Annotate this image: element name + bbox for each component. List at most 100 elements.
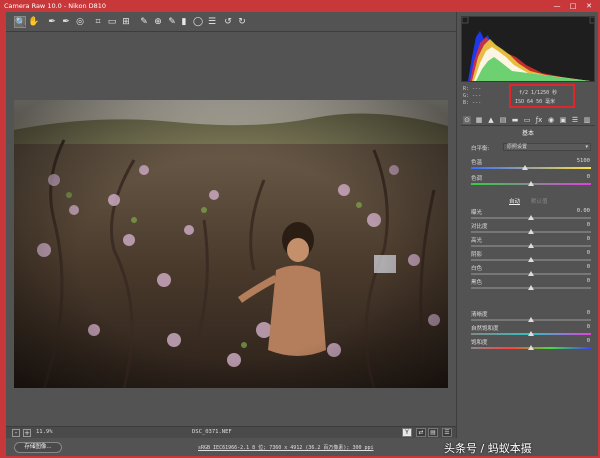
blacks-label: 黑色 [471,280,483,286]
exposure-value[interactable]: 0.00 [577,208,590,214]
window-title: Camera Raw 10.0 - Nikon D810 [4,2,107,10]
tint-value[interactable]: 0 [587,174,590,180]
shadows-slider-thumb[interactable] [528,257,534,262]
temperature-slider[interactable] [471,165,591,170]
saturation-value[interactable]: 0 [587,338,590,344]
maximize-button[interactable]: □ [566,1,580,11]
clarity-slider[interactable] [471,317,591,322]
white-balance-label: 白平衡: [471,146,490,152]
vibrance-slider-thumb[interactable] [528,331,534,336]
camera-tab-icon[interactable]: ▣ [559,116,567,124]
tint-label: 色调 [471,176,483,182]
temperature-value[interactable]: 5100 [577,158,590,164]
whites-slider[interactable] [471,271,591,276]
color-sampler-tool-icon[interactable]: ✒ [60,16,72,28]
blacks-value[interactable]: 0 [587,278,590,284]
rotate-left-icon[interactable]: ↺ [222,16,234,28]
tone-curve-tab-icon[interactable]: ▦ [475,116,483,124]
temperature-slider-thumb[interactable] [522,165,528,170]
contrast-value[interactable]: 0 [587,222,590,228]
saturation-label: 饱和度 [471,340,488,346]
shadows-value[interactable]: 0 [587,250,590,256]
contrast-slider-thumb[interactable] [528,229,534,234]
highlights-slider[interactable] [471,243,591,248]
basic-tab-icon[interactable]: ⊙ [463,116,471,124]
exif-info: R: --- G: --- B: --- f/2 1/1250 秒 ISO 64… [461,84,595,110]
highlights-slider-thumb[interactable] [528,243,534,248]
tint-slider[interactable] [471,181,591,186]
split-toning-tab-icon[interactable]: ▬ [511,116,519,124]
graduated-filter-icon[interactable]: ▮ [178,16,190,28]
filename-label: DSC_0371.NEF [192,429,232,435]
iso-focal: ISO 64 50 毫米 [515,99,556,105]
crop-tool-icon[interactable]: ⌗ [92,16,104,28]
histogram-graph [462,17,594,81]
presets-tab-icon[interactable]: ☰ [571,116,579,124]
workflow-options-link[interactable]: sRGB IEC61966-2.1 8 位; 7360 x 4912 (36.2… [198,444,374,451]
panel-section-title: 基本 [521,130,534,137]
preferences-icon[interactable]: ☰ [206,16,218,28]
right-panel: R: --- G: --- B: --- f/2 1/1250 秒 ISO 64… [456,12,598,438]
effects-tab-icon[interactable]: ƒx [535,116,543,124]
hand-tool-icon[interactable]: ✋ [28,16,40,28]
exposure-label: 曝光 [471,210,483,216]
exposure-slider[interactable] [471,215,591,220]
chevron-down-icon: ▾ [585,144,588,150]
hsl-tab-icon[interactable]: ▤ [499,116,507,124]
tint-slider-thumb[interactable] [528,181,534,186]
vibrance-slider[interactable] [471,331,591,336]
view-swap-icon[interactable]: ⇄ [416,428,426,437]
saturation-slider[interactable] [471,345,591,350]
clarity-slider-thumb[interactable] [528,317,534,322]
lens-tab-icon[interactable]: ▭ [523,116,531,124]
rotate-right-icon[interactable]: ↻ [236,16,248,28]
red-eye-tool-icon[interactable]: ⊕ [152,16,164,28]
straighten-tool-icon[interactable]: ▭ [106,16,118,28]
transform-tool-icon[interactable]: ⊞ [120,16,132,28]
auto-button[interactable]: 自动 [509,197,520,205]
default-button[interactable]: 默认值 [531,197,548,205]
whites-slider-thumb[interactable] [528,271,534,276]
view-copy-icon[interactable]: ▤ [428,428,438,437]
detail-tab-icon[interactable]: ▲ [487,116,495,124]
clarity-label: 清晰度 [471,312,488,318]
exposure-slider-thumb[interactable] [528,215,534,220]
before-after-toggle[interactable]: Y [402,428,412,437]
snapshots-tab-icon[interactable]: ▥ [583,116,591,124]
histogram [461,16,595,82]
watermark: 头条号 / 蚂蚁本摄 [444,442,532,455]
exif-highlight-box: f/2 1/1250 秒 ISO 64 50 毫米 [509,84,575,108]
highlights-value[interactable]: 0 [587,236,590,242]
canvas-status-bar: - + 11.9% DSC_0371.NEF Y ⇄ ▤ ☰ [6,426,456,438]
clarity-value[interactable]: 0 [587,310,590,316]
zoom-level-select[interactable]: 11.9% [36,429,53,435]
radial-filter-icon[interactable]: ◯ [192,16,204,28]
toolbar: 🔍 ✋ ✒ ✒ ◎ ⌗ ▭ ⊞ ✎ ⊕ ✎ ▮ ◯ ☰ ↺ ↻ [6,12,456,32]
white-balance-select[interactable]: 原照设置 ▾ [503,143,591,151]
rgb-readout: R: --- G: --- B: --- [463,86,482,106]
preview-photo[interactable] [14,100,448,388]
bottom-bar: 存储图像... sRGB IEC61966-2.1 8 位; 7360 x 49… [6,438,598,456]
blacks-slider[interactable] [471,285,591,290]
shadows-slider[interactable] [471,257,591,262]
vibrance-value[interactable]: 0 [587,324,590,330]
zoom-out-button[interactable]: - [12,429,20,437]
calibration-tab-icon[interactable]: ◉ [547,116,555,124]
whites-value[interactable]: 0 [587,264,590,270]
zoom-in-button[interactable]: + [23,429,31,437]
saturation-slider-thumb[interactable] [528,345,534,350]
adjustment-brush-icon[interactable]: ✎ [166,16,178,28]
contrast-slider[interactable] [471,229,591,234]
save-image-button[interactable]: 存储图像... [14,442,62,453]
zoom-tool-icon[interactable]: 🔍 [14,16,26,28]
targeted-adjustment-tool-icon[interactable]: ◎ [74,16,86,28]
image-canvas[interactable] [6,32,456,426]
contrast-label: 对比度 [471,224,488,230]
view-settings-icon[interactable]: ☰ [442,428,452,437]
minimize-button[interactable]: — [550,1,564,11]
white-balance-tool-icon[interactable]: ✒ [46,16,58,28]
close-button[interactable]: ✕ [582,1,596,11]
highlights-label: 高光 [471,238,483,244]
blacks-slider-thumb[interactable] [528,285,534,290]
spot-removal-tool-icon[interactable]: ✎ [138,16,150,28]
